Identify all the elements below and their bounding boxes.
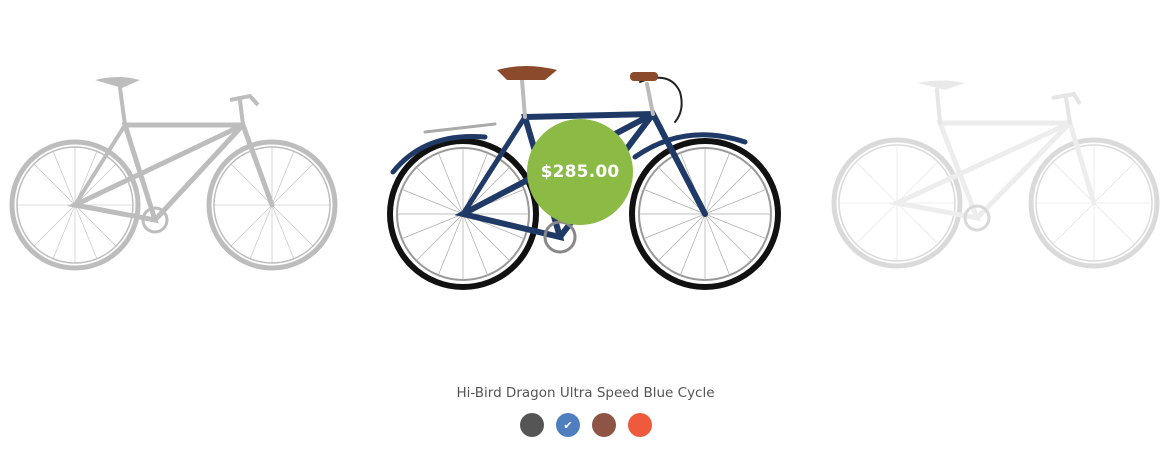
check-icon: ✔: [563, 418, 573, 432]
bike-image-left[interactable]: [9, 70, 340, 275]
bike-image-right[interactable]: [830, 78, 1160, 273]
product-title[interactable]: Hi-Bird Dragon Ultra Speed Blue Cycle: [0, 385, 1171, 401]
color-swatches: ✔: [520, 413, 652, 437]
price-label: $285.00: [540, 162, 620, 182]
price-badge: $285.00: [527, 119, 633, 225]
color-swatch-orange-red[interactable]: [628, 413, 652, 437]
product-carousel: $285.00 Hi-Bird Dragon Ultra Speed Blue …: [0, 0, 1171, 455]
color-swatch-blue[interactable]: ✔: [556, 413, 580, 437]
grey-bike-icon: [9, 77, 338, 271]
white-bike-icon: [831, 80, 1160, 269]
color-swatch-dark-grey[interactable]: [520, 413, 544, 437]
color-swatch-brown[interactable]: [592, 413, 616, 437]
